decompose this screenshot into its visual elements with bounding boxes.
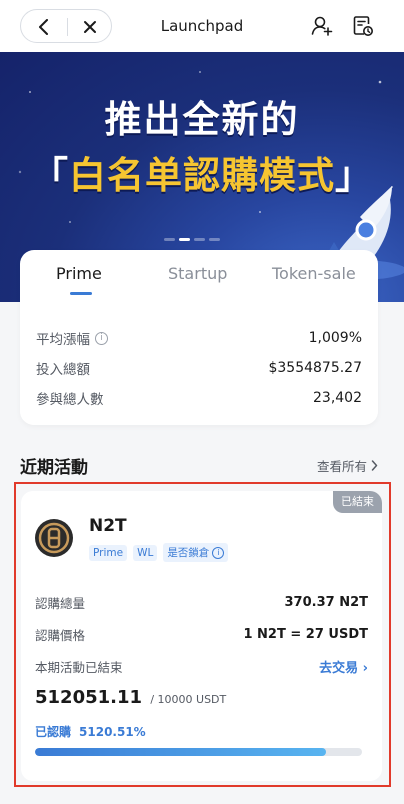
stat-label: 投入總額 [36,362,90,378]
amount-value: 512051.11 [35,687,143,708]
user-add-button[interactable] [310,14,334,38]
banner-highlight: 白名单認購模式 [69,154,335,197]
stat-label: 平均漲幅 i [36,328,108,348]
progress-fill [35,748,327,756]
tab-token-sale[interactable]: Token-sale [272,264,356,283]
stat-row-avg-gain: 平均漲幅 i 1,009% [36,325,362,351]
token-tags: Prime WL 是否鎖倉 i [89,543,229,562]
tag-wl: WL [133,544,158,561]
section-title: 近期活動 [20,458,88,478]
info-icon[interactable]: i [95,331,108,345]
user-add-icon [311,16,333,36]
trade-link[interactable]: 去交易 › [319,657,368,676]
subscribed-info: 已認購 5120.51% [35,723,146,740]
subscribed-percent: 5120.51% [79,725,146,739]
subscribed-label: 已認購 [35,725,72,739]
page-title: Launchpad [160,17,244,35]
tag-lockup[interactable]: 是否鎖倉 i [163,543,229,562]
tab-prime[interactable]: Prime [56,264,102,283]
row-label: 認購價格 [35,628,86,643]
trade-link-label: 去交易 [319,661,359,676]
stat-value: $3554875.27 [268,360,362,376]
history-icon [353,16,373,36]
stat-label-text: 平均漲幅 [36,332,90,348]
stats-panel: 平均漲幅 i 1,009% 投入總額 $3554875.27 參與總人數 23,4… [20,303,378,425]
n2t-logo-icon [36,520,72,556]
stat-row-participants: 參與總人數 23,402 [36,385,362,411]
carousel-dot[interactable] [209,238,220,241]
activity-card[interactable]: 已結束 N2T Prime WL 是否鎖倉 i 認購總量 370.37 N2T 認… [21,491,382,781]
row-total-supply: 認購總量 370.37 N2T [35,593,368,612]
bracket-open: 「 [31,154,69,197]
row-label: 認購總量 [35,596,86,611]
stat-row-total-invested: 投入總額 $3554875.27 [36,355,362,381]
tab-indicator [70,292,92,295]
view-all-link[interactable]: 查看所有 [317,456,378,475]
top-bar: Launchpad [0,0,404,52]
progress-bar [35,748,362,756]
row-value: 1 N2T = 27 USDT [243,627,368,642]
carousel-dot-active[interactable] [179,238,190,241]
tag-lockup-label: 是否鎖倉 [167,547,210,559]
chevron-right-icon [371,460,378,471]
token-name: N2T [89,516,127,536]
row-price: 認購價格 1 N2T = 27 USDT [35,625,368,644]
carousel-dot[interactable] [194,238,205,241]
stat-value: 23,402 [313,390,362,406]
tab-startup[interactable]: Startup [168,264,227,283]
carousel-dot[interactable] [164,238,175,241]
token-logo [35,519,73,557]
row-value: 370.37 N2T [284,595,368,610]
tag-prime: Prime [89,544,128,561]
row-label: 本期活動已結束 [35,660,123,675]
amount-total: / 10000 USDT [150,693,227,706]
stat-label: 參與總人數 [36,392,104,408]
amount: 512051.11 / 10000 USDT [35,687,226,708]
stat-value: 1,009% [308,330,362,346]
carousel-dots [164,238,220,241]
info-icon[interactable]: i [212,546,225,559]
banner-headline: 推出全新的 [104,98,300,141]
row-ended: 本期活動已結束 去交易 › [35,657,368,676]
status-badge: 已結束 [333,491,382,513]
view-all-label: 查看所有 [316,459,367,474]
history-button[interactable] [351,14,375,38]
